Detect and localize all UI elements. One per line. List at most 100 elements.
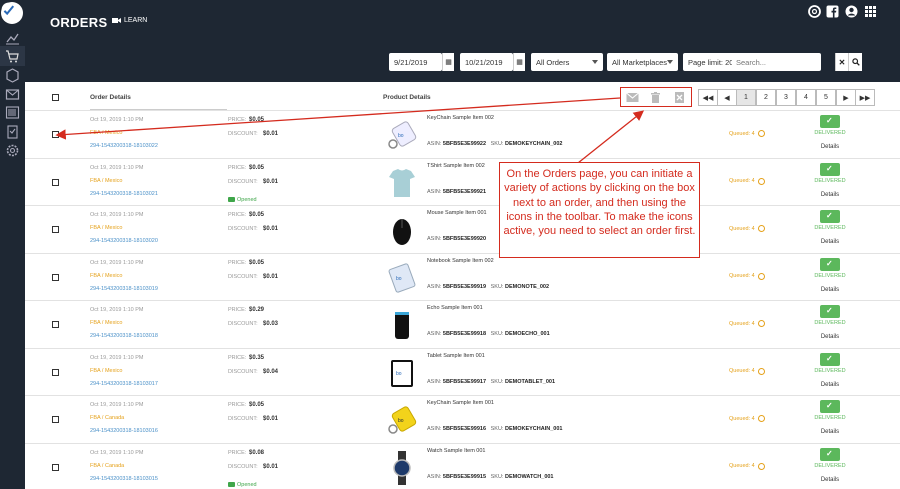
help-ring-icon[interactable] (808, 5, 821, 18)
page-3-button[interactable]: 3 (776, 89, 796, 106)
clock-icon (757, 272, 765, 280)
row-checkbox[interactable] (52, 368, 59, 376)
queued-label: Queued: 4 (729, 463, 755, 469)
discount-value: $0.01 (263, 463, 279, 470)
user-icon[interactable] (845, 5, 858, 18)
clipboard-icon[interactable] (5, 124, 20, 139)
cart-icon[interactable] (5, 49, 20, 64)
page-1-button[interactable]: 1 (736, 89, 756, 106)
search-icon[interactable] (848, 53, 862, 71)
product-thumbnail[interactable]: bo (387, 356, 417, 390)
first-page-button[interactable]: ◀◀ (698, 89, 718, 106)
fulfillment-channel: FBA / Mexico (90, 320, 123, 326)
order-id-link[interactable]: 294-1543200318-18103021 (90, 191, 158, 197)
search-input[interactable] (732, 53, 821, 71)
details-link[interactable]: Details (812, 287, 848, 293)
row-checkbox[interactable] (52, 273, 59, 281)
price-label: PRICE: (228, 402, 247, 408)
row-checkbox[interactable] (52, 178, 59, 186)
apps-grid-icon[interactable] (864, 5, 877, 18)
trash-icon[interactable] (649, 91, 662, 103)
sku-label: SKU: (490, 331, 504, 337)
facebook-icon[interactable] (826, 5, 839, 18)
barcode-icon[interactable] (5, 105, 20, 120)
table-row: Oct 19, 2019 1:10 PM FBA / Mexico 294-15… (25, 252, 900, 300)
product-thumbnail[interactable] (387, 166, 417, 200)
details-link[interactable]: Details (812, 144, 848, 150)
chevron-down-icon (592, 60, 598, 64)
asin-label: ASIN: (427, 473, 442, 480)
details-link[interactable]: Details (812, 429, 848, 435)
order-id-link[interactable]: 294-1543200318-18103022 (90, 143, 158, 149)
details-link[interactable]: Details (812, 382, 848, 388)
delivered-label: DELIVERED (814, 130, 846, 136)
discount-label: DISCOUNT: (228, 131, 258, 137)
asin-value: 5BFB5E3E99916 (442, 426, 487, 432)
order-id-link[interactable]: 294-1543200318-18103015 (90, 476, 158, 482)
order-id-link[interactable]: 294-1543200318-18103019 (90, 286, 158, 292)
prev-page-button[interactable]: ◀ (717, 89, 737, 106)
details-link[interactable]: Details (812, 239, 848, 245)
product-thumbnail[interactable]: bo (387, 403, 417, 437)
fulfillment-channel: FBA / Canada (90, 462, 125, 469)
row-checkbox[interactable] (52, 321, 59, 328)
product-thumbnail[interactable] (387, 308, 417, 342)
calendar-icon[interactable]: ▦ (513, 53, 525, 71)
cancel-icon[interactable] (673, 91, 686, 103)
row-checkbox[interactable] (52, 131, 59, 138)
learn-link[interactable]: LEARN (112, 17, 147, 24)
annotation-callout: On the Orders page, you can initiate a v… (499, 162, 700, 258)
date-from-field[interactable]: 9/21/2019 (389, 53, 442, 71)
page-4-button[interactable]: 4 (796, 89, 816, 106)
opened-label: Opened (237, 196, 257, 203)
product-thumbnail[interactable]: bo (387, 118, 417, 152)
asin-label: ASIN: (427, 236, 442, 242)
order-id-link[interactable]: 294-1543200318-18103016 (90, 428, 158, 434)
email-icon[interactable] (626, 92, 640, 103)
delivery-status: DELIVERED Details (812, 115, 848, 150)
details-link[interactable]: Details (812, 334, 848, 340)
fulfillment-channel: FBA / Canada (90, 415, 125, 421)
clear-search-button[interactable]: ✕ (835, 53, 848, 71)
date-to-field[interactable]: 10/21/2019 (460, 53, 513, 71)
settings-icon[interactable] (5, 143, 20, 158)
select-all-checkbox[interactable] (52, 94, 59, 101)
asin-label: ASIN: (427, 378, 442, 385)
chart-icon[interactable] (5, 30, 20, 45)
discount-label: DISCOUNT: (228, 463, 258, 470)
order-id-link[interactable]: 294-1543200318-18103018 (90, 333, 158, 339)
delivery-truck-icon (820, 352, 840, 366)
envelope-icon (228, 482, 235, 487)
delivery-status: DELIVERED Details (812, 210, 848, 245)
details-link[interactable]: Details (812, 477, 848, 483)
queue-status: Queued: 4 (729, 225, 765, 232)
order-id-link[interactable]: 294-1543200318-18103020 (90, 238, 158, 244)
delivery-status: DELIVERED Details (812, 400, 848, 435)
video-camera-icon (112, 18, 121, 23)
learn-label: LEARN (124, 17, 148, 24)
product-thumbnail[interactable] (387, 213, 417, 247)
row-checkbox[interactable] (52, 463, 59, 471)
table-row: Oct 19, 2019 1:10 PM FBA / Canada 294-15… (25, 442, 900, 489)
delivery-status: DELIVERED Details (812, 162, 848, 198)
product-thumbnail[interactable] (387, 450, 417, 485)
row-checkbox[interactable] (52, 226, 59, 233)
marketplace-filter-select[interactable]: All Marketplaces (607, 53, 678, 71)
last-page-button[interactable]: ▶▶ (855, 89, 875, 106)
next-page-button[interactable]: ▶ (836, 89, 856, 106)
delivered-label: DELIVERED (814, 462, 846, 469)
row-checkbox[interactable] (52, 416, 59, 423)
price-label: PRICE: (228, 259, 247, 266)
order-filter-select[interactable]: All Orders (531, 53, 603, 71)
mail-icon[interactable] (5, 87, 20, 102)
price-value: $0.05 (249, 259, 265, 266)
page-2-button[interactable]: 2 (756, 89, 776, 106)
logo-icon[interactable] (1, 2, 23, 24)
calendar-icon[interactable]: ▦ (442, 53, 454, 71)
envelope-icon (228, 197, 235, 202)
product-thumbnail[interactable]: bo (387, 261, 417, 295)
details-link[interactable]: Details (812, 192, 848, 198)
order-id-link[interactable]: 294-1543200318-18103017 (90, 381, 158, 387)
box-icon[interactable] (5, 68, 20, 83)
page-5-button[interactable]: 5 (816, 89, 836, 106)
